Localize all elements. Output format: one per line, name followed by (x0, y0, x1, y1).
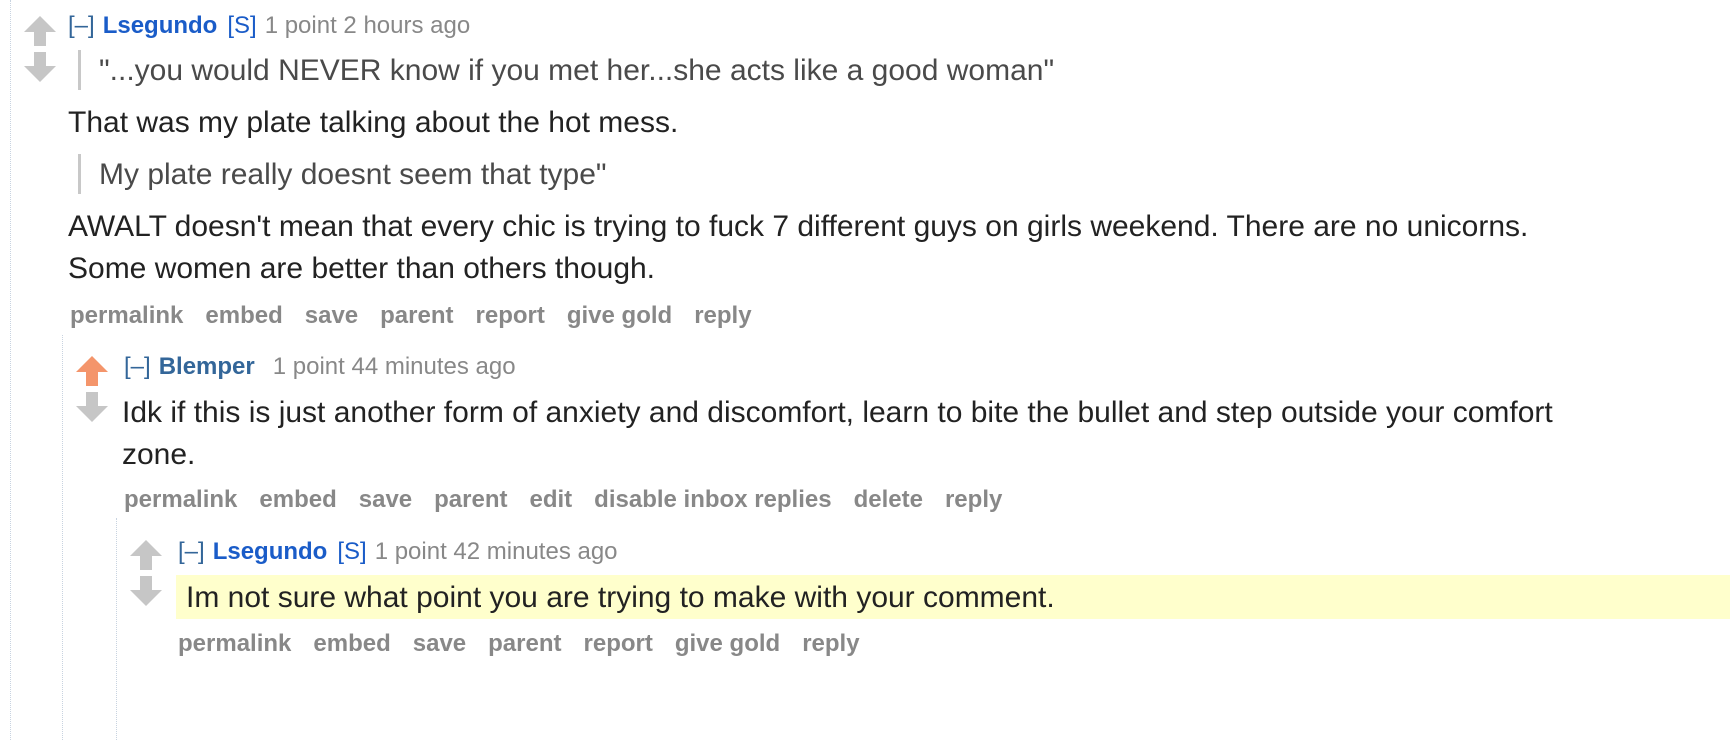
embed-button[interactable]: embed (259, 486, 336, 513)
comment-actions: permalink embed save parent edit disable inbo… (124, 486, 1024, 514)
comment-actions: permalink embed save parent report give gold r… (70, 302, 774, 330)
vote-controls (128, 538, 164, 608)
timestamp: 2 hours ago (343, 12, 471, 39)
blockquote: My plate really doesnt seem that type" (78, 154, 607, 194)
permalink-button[interactable]: permalink (70, 302, 183, 329)
permalink-button[interactable]: permalink (178, 630, 291, 657)
parent-button[interactable]: parent (488, 630, 561, 657)
vote-controls (74, 354, 110, 424)
upvote-arrow-icon[interactable] (74, 354, 110, 388)
disable-inbox-replies-button[interactable]: disable inbox replies (594, 486, 831, 513)
thread-line-depth1 (62, 335, 63, 740)
timestamp: 42 minutes ago (453, 538, 618, 565)
collapse-toggle[interactable]: [–] (68, 12, 95, 39)
score: 1 point (272, 353, 345, 380)
vote-controls (22, 14, 58, 84)
comment-paragraph: AWALT doesn't mean that every chic is tr… (68, 210, 1529, 285)
comment-paragraph: Im not sure what point you are trying to… (186, 581, 1055, 614)
give-gold-button[interactable]: give gold (675, 630, 780, 657)
permalink-button[interactable]: permalink (124, 486, 237, 513)
upvote-arrow-icon[interactable] (22, 14, 58, 48)
give-gold-button[interactable]: give gold (567, 302, 672, 329)
comment-paragraph: That was my plate talking about the hot … (68, 106, 679, 139)
thread-line-root (10, 0, 11, 740)
blockquote: "...you would NEVER know if you met her.… (78, 50, 1054, 90)
upvote-arrow-icon[interactable] (128, 538, 164, 572)
score: 1 point (374, 538, 447, 565)
comment-body: Im not sure what point you are trying to… (186, 577, 1686, 619)
submitter-badge[interactable]: [S] (337, 538, 366, 565)
timestamp: 44 minutes ago (351, 353, 516, 380)
reply-button[interactable]: reply (694, 302, 751, 329)
edit-button[interactable]: edit (530, 486, 573, 513)
collapse-toggle[interactable]: [–] (178, 538, 205, 565)
reply-button[interactable]: reply (802, 630, 859, 657)
submitter-badge[interactable]: [S] (227, 12, 256, 39)
parent-button[interactable]: parent (380, 302, 453, 329)
embed-button[interactable]: embed (205, 302, 282, 329)
thread-line-depth2 (116, 518, 117, 740)
embed-button[interactable]: embed (313, 630, 390, 657)
downvote-arrow-icon[interactable] (128, 574, 164, 608)
report-button[interactable]: report (476, 302, 545, 329)
reply-button[interactable]: reply (945, 486, 1002, 513)
comment-body: Idk if this is just another form of anxi… (122, 392, 1562, 476)
author-link[interactable]: Blemper (159, 353, 255, 380)
save-button[interactable]: save (413, 630, 466, 657)
comment-tagline: [–] Blemper 1 point 44 minutes ago (124, 353, 516, 381)
collapse-toggle[interactable]: [–] (124, 353, 151, 380)
author-link[interactable]: Lsegundo (213, 538, 328, 565)
comment-paragraph: Idk if this is just another form of anxi… (122, 396, 1553, 471)
comment-actions: permalink embed save parent report give gold r… (178, 630, 882, 658)
save-button[interactable]: save (359, 486, 412, 513)
parent-button[interactable]: parent (434, 486, 507, 513)
comment-tagline: [–] Lsegundo [S] 1 point 2 hours ago (68, 12, 470, 40)
author-link[interactable]: Lsegundo (103, 12, 218, 39)
downvote-arrow-icon[interactable] (22, 50, 58, 84)
report-button[interactable]: report (584, 630, 653, 657)
comment-tagline: [–] Lsegundo [S] 1 point 42 minutes ago (178, 538, 618, 566)
downvote-arrow-icon[interactable] (74, 390, 110, 424)
delete-button[interactable]: delete (854, 486, 923, 513)
save-button[interactable]: save (305, 302, 358, 329)
score: 1 point (264, 12, 337, 39)
